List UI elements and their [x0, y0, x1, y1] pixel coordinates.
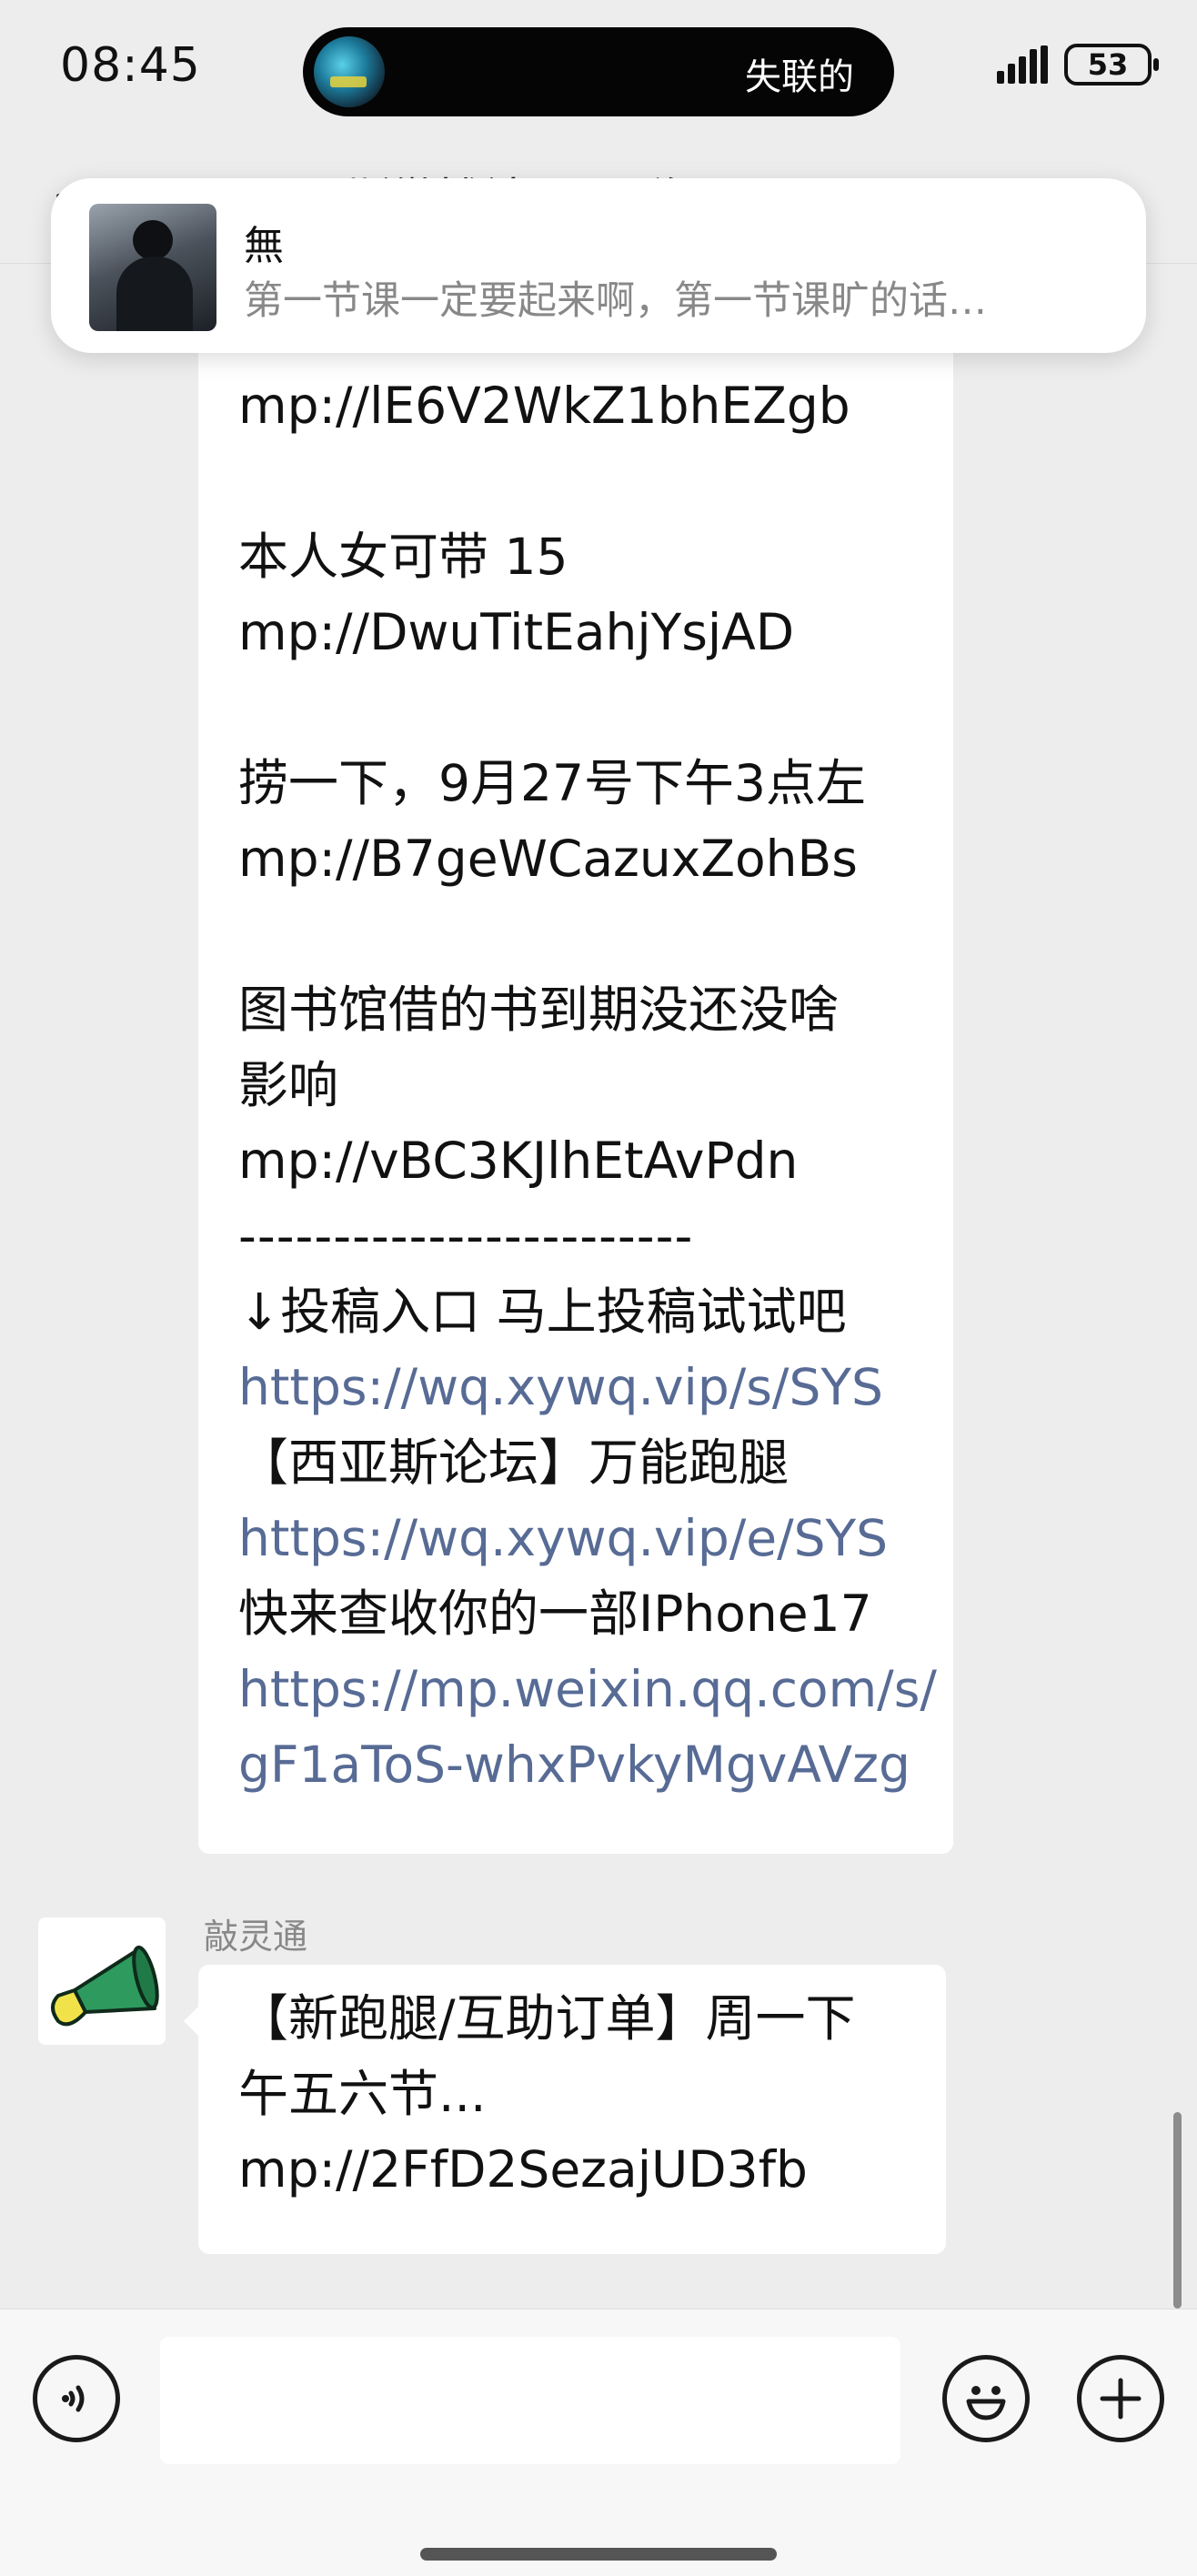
message-text: 可带30号 单人 需要留vmp://lE6V2WkZ1bhEZgb本人女可带 1…	[238, 327, 948, 1803]
message-link[interactable]: https://wq.xywq.vip/e/SYS	[238, 1501, 948, 1576]
message-bubble[interactable]: 可带30号 单人 需要留vmp://lE6V2WkZ1bhEZgb本人女可带 1…	[198, 327, 953, 1854]
message-bubble[interactable]: 【新跑腿/互助订单】周一下 午五六节... mp://2FfD2SezajUD3fb	[184, 1965, 946, 2254]
sender-name: 敲灵通	[204, 1917, 308, 1957]
island-text: 失联的	[745, 56, 854, 98]
island-thumbnail	[314, 36, 385, 107]
message-line: 快来查收你的一部IPhone17	[238, 1585, 872, 1643]
plus-icon[interactable]	[1077, 2355, 1164, 2442]
message-line: ↓投稿入口 马上投稿试试吧	[238, 1283, 847, 1341]
message-input[interactable]	[160, 2337, 900, 2464]
message-line: mp://B7geWCazuxZohBs	[238, 830, 858, 888]
notification-banner[interactable]: 無 第一节课一定要起来啊，第一节课旷的话…	[51, 178, 1146, 353]
message-line: 午五六节...	[238, 2065, 487, 2123]
status-indicators: 53	[997, 44, 1159, 86]
notification-sender: 無	[244, 223, 284, 269]
message-line: 【新跑腿/互助订单】周一下	[238, 1989, 856, 2048]
battery-level: 53	[1087, 47, 1129, 82]
home-indicator[interactable]	[420, 2548, 777, 2561]
message-line: 【西亚斯论坛】万能跑腿	[238, 1434, 790, 1492]
message-link[interactable]: gF1aToS-whxPvkyMgvAVzg	[238, 1727, 948, 1803]
notification-avatar	[89, 204, 216, 331]
dynamic-island[interactable]: 失联的	[303, 27, 894, 116]
message-line: mp://DwuTitEahjYsjAD	[238, 603, 795, 661]
emoji-icon[interactable]	[942, 2355, 1030, 2442]
message-line: 影响	[238, 1056, 339, 1114]
message-line: 捞一下，9月27号下午3点左	[238, 754, 866, 812]
message-line: mp://2FfD2SezajUD3fb	[238, 2140, 808, 2199]
battery-icon: 53	[1064, 44, 1159, 86]
message-line: 图书馆借的书到期没还没啥	[238, 981, 840, 1039]
message-link[interactable]: https://wq.xywq.vip/s/SYS	[238, 1350, 948, 1425]
message-line: mp://lE6V2WkZ1bhEZgb	[238, 377, 850, 435]
megaphone-icon[interactable]	[38, 1917, 166, 2045]
message-link[interactable]: https://mp.weixin.qq.com/s/	[238, 1652, 948, 1727]
notification-preview: 第一节课一定要起来啊，第一节课旷的话…	[244, 278, 987, 324]
scrollbar[interactable]	[1173, 2112, 1182, 2309]
message-line: 本人女可带 15	[238, 528, 568, 586]
status-time: 08:45	[60, 38, 201, 93]
message-line: ------------------------	[238, 1207, 694, 1265]
input-bar	[0, 2309, 1197, 2576]
message-line: mp://vBC3KJlhEtAvPdn	[238, 1132, 799, 1190]
signal-icon	[997, 45, 1048, 84]
voice-icon[interactable]	[33, 2355, 120, 2442]
status-bar: 08:45 失联的 53	[0, 0, 1197, 136]
